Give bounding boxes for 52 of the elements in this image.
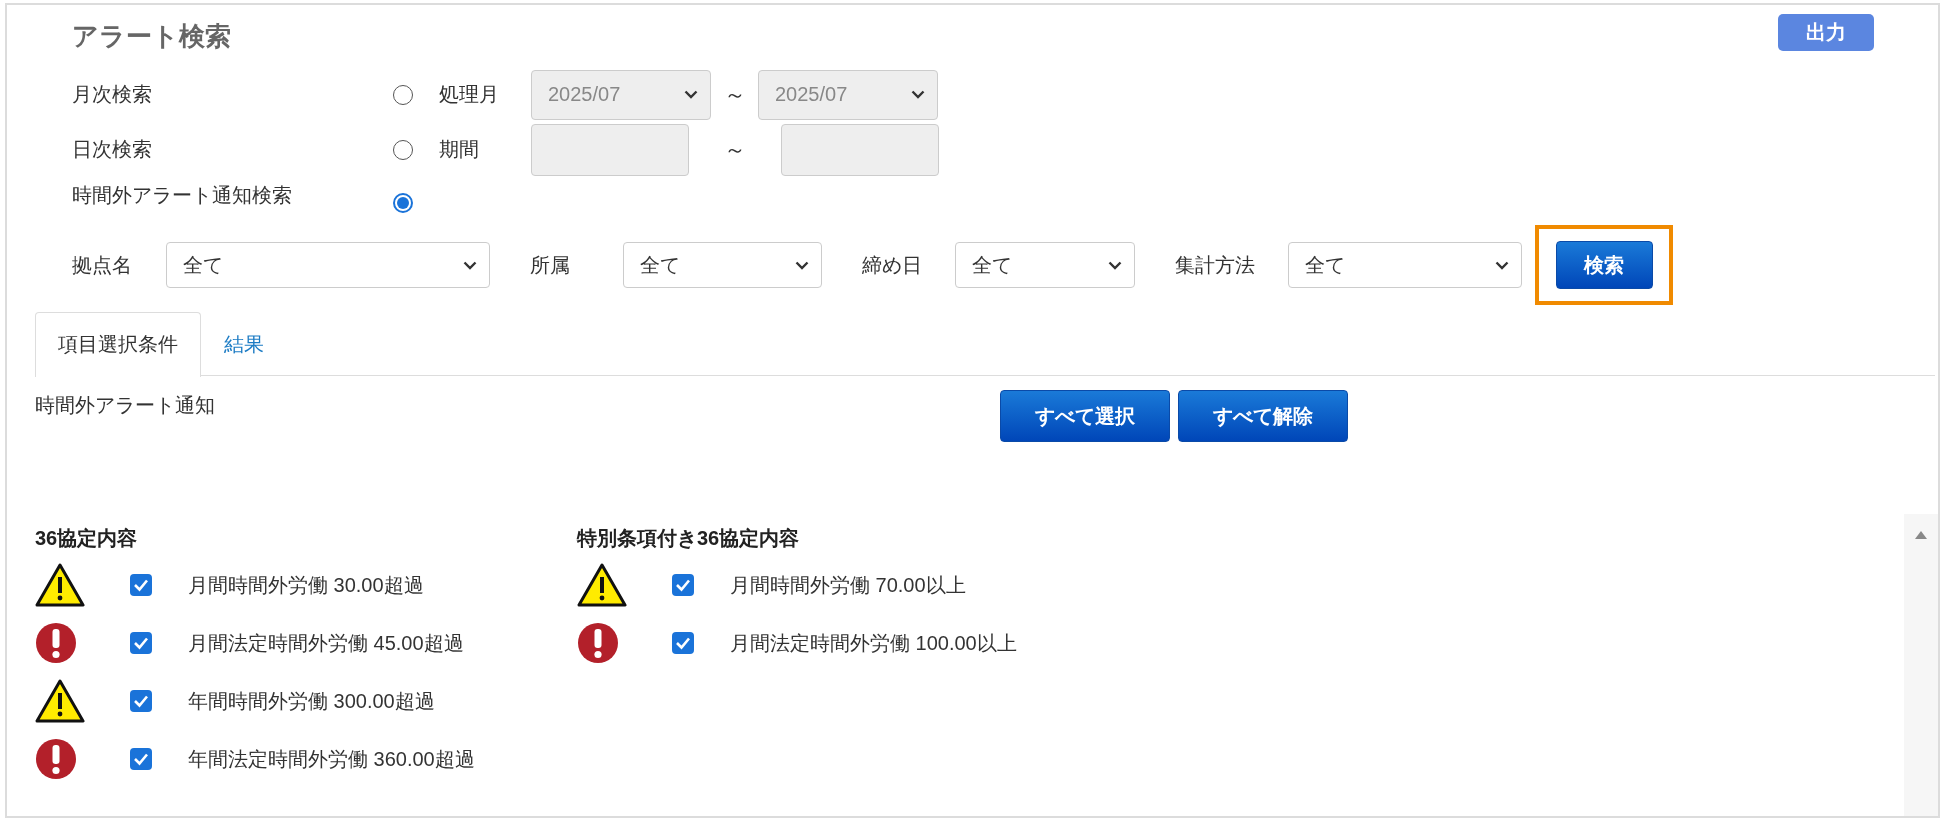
alert-condition-label: 月間法定時間外労働 45.00超過 [188,630,464,656]
error-icon [577,622,619,664]
filter-label: 拠点名 [72,252,133,278]
export-button[interactable]: 出力 [1778,13,1874,51]
chevron-icon [1495,260,1509,270]
checkbox[interactable] [672,574,694,596]
search-mode-label: 月次検索 [72,82,153,107]
filter-select[interactable]: 全て [623,242,822,288]
tab[interactable]: 項目選択条件 [35,311,201,377]
checkbox[interactable] [130,632,152,654]
checkbox[interactable] [130,690,152,712]
section-label: 時間外アラート通知 [35,393,216,418]
filter-label: 所属 [530,252,571,278]
filter-select[interactable]: 全て [166,242,490,288]
chevron-icon [795,260,809,270]
error-icon [35,622,77,664]
filter-select[interactable]: 全て [1288,242,1522,288]
group-heading: 特別条項付き36協定内容 [577,525,801,551]
filter-label: 集計方法 [1175,252,1256,278]
alert-condition-label: 月間時間外労働 70.00以上 [730,572,966,598]
filter-select[interactable]: 全て [955,242,1135,288]
search-button[interactable]: 検索 [1555,241,1653,289]
filter-label: 締め日 [862,252,923,278]
scroll-up-icon[interactable] [1914,530,1928,540]
warning-icon [35,679,85,723]
chevron-icon [1108,260,1122,270]
alert-condition-label: 月間時間外労働 30.00超過 [188,572,424,598]
checkbox[interactable] [672,632,694,654]
alert-condition-label: 年間時間外労働 300.00超過 [188,688,435,714]
page-title: アラート検索 [72,19,231,53]
select-all-button[interactable]: すべて選択 [1000,390,1170,442]
search-mode-label: 時間外アラート通知検索 [72,182,293,208]
group-heading: 36協定内容 [35,525,139,551]
tab[interactable]: 結果 [201,311,287,377]
checkbox[interactable] [130,748,152,770]
alert-condition-label: 月間法定時間外労働 100.00以上 [730,630,1017,656]
radio-button[interactable] [393,193,413,213]
checkbox[interactable] [130,574,152,596]
range-separator: ～ [723,135,747,164]
range-separator: ～ [722,80,747,109]
chevron-icon [911,90,925,99]
clear-all-button[interactable]: すべて解除 [1178,390,1348,442]
alert-condition-label: 年間法定時間外労働 360.00超過 [188,746,475,772]
chevron-icon [684,90,698,99]
field-label: 期間 [439,137,480,162]
scrollbar[interactable] [1904,514,1938,816]
error-icon [35,738,77,780]
field-label: 処理月 [439,82,500,107]
warning-icon [35,563,85,607]
warning-icon [577,563,627,607]
chevron-icon [463,260,477,270]
search-mode-label: 日次検索 [72,137,153,162]
